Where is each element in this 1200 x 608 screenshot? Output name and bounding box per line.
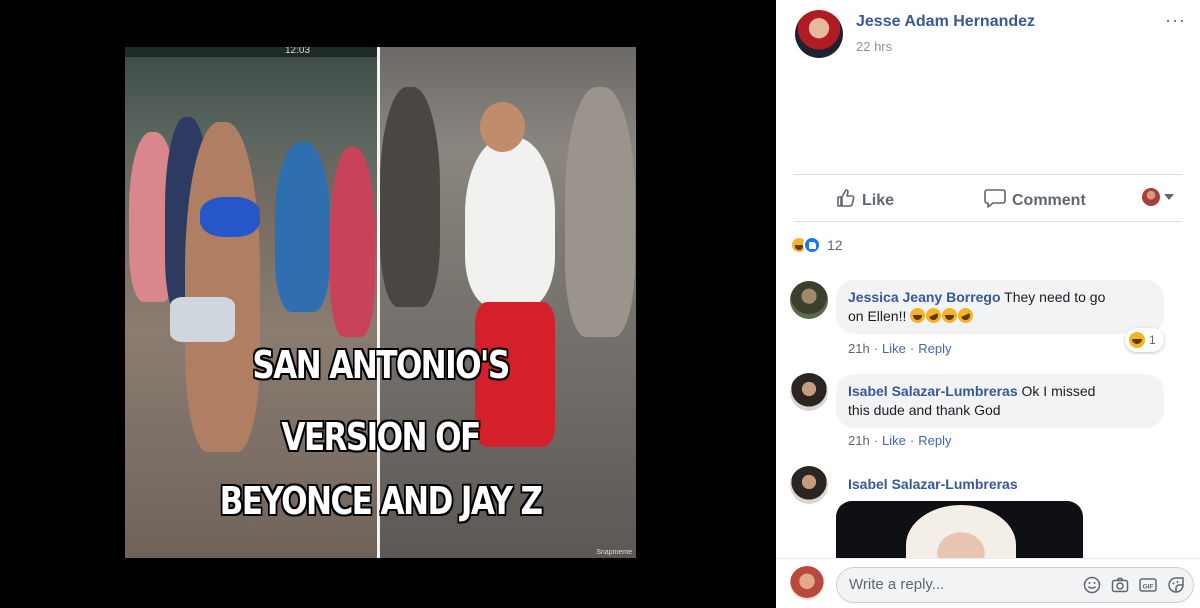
commenter-avatar[interactable] [790, 466, 828, 504]
photo-viewer: 12:03 SAN ANTONIO'S VERSION OF BEYONCE A… [0, 0, 776, 608]
comment-like-link[interactable]: Like [882, 433, 906, 448]
like-reaction-icon [803, 236, 821, 254]
rofl-emoji-icon [955, 305, 976, 326]
commenter-avatar[interactable] [790, 281, 828, 319]
current-user-avatar [790, 566, 824, 600]
meme-caption-line-3: BEYONCE AND JAY Z [219, 479, 543, 523]
blue-top [200, 197, 260, 237]
svg-text:GIF: GIF [1143, 583, 1154, 590]
dancer-man-shirt [465, 137, 555, 307]
comment-text-line-1: They need to go [1004, 289, 1106, 305]
comment-text-line-1: Ok I missed [1021, 383, 1096, 399]
dancer-woman [185, 122, 260, 452]
user-avatar-small [1142, 188, 1160, 206]
crowd-person [565, 87, 635, 337]
camera-icon[interactable] [1111, 576, 1129, 594]
reaction-count: 12 [827, 237, 843, 253]
comment-like-link[interactable]: Like [882, 341, 906, 356]
laughing-emoji-icon [942, 308, 958, 323]
comment-author[interactable]: Jessica Jeany Borrego [848, 289, 1001, 305]
commenter-avatar[interactable] [790, 373, 828, 411]
comment-author[interactable]: Isabel Salazar-Lumbreras [848, 383, 1018, 399]
comment-reply-link[interactable]: Reply [918, 433, 951, 448]
comment-reaction-pill[interactable]: 1 [1125, 328, 1164, 352]
handbag [170, 297, 235, 342]
more-options-button[interactable]: ··· [1165, 10, 1186, 31]
comment-text-line-2: this dude and thank God [848, 402, 1001, 418]
crowd-person [330, 147, 375, 337]
dancer-man-head [480, 102, 525, 152]
phone-status-bar: 12:03 [125, 47, 377, 57]
post-timestamp[interactable]: 22 hrs [856, 39, 892, 54]
comment-reaction-count: 1 [1149, 333, 1156, 347]
like-button[interactable]: Like [836, 188, 894, 213]
watermark: Snapmeme [596, 549, 632, 556]
meme-caption-line-1: SAN ANTONIO'S [252, 343, 510, 387]
sticker-icon[interactable] [1167, 576, 1185, 594]
post-author-name[interactable]: Jesse Adam Hernandez [856, 13, 1035, 31]
comment-label: Comment [1012, 191, 1086, 209]
comment-time[interactable]: 21h [848, 341, 870, 356]
rofl-emoji-icon [923, 305, 944, 326]
comment-bubble-icon [984, 188, 1006, 213]
crowd-person [380, 87, 440, 307]
reply-input[interactable] [849, 576, 1069, 593]
caret-down-icon [1164, 194, 1174, 200]
meme-caption-line-2: VERSION OF [281, 415, 481, 459]
comment-meta: 21h · Like · Reply [848, 433, 952, 448]
comment-reply-link[interactable]: Reply [918, 341, 951, 356]
comment-meta: 21h · Like · Reply [848, 341, 952, 356]
comment-gif[interactable] [836, 501, 1083, 559]
thumbs-up-icon [836, 188, 856, 213]
like-label: Like [862, 191, 895, 209]
comment-author[interactable]: Isabel Salazar-Lumbreras [848, 476, 1018, 492]
emoji-icon[interactable] [1083, 576, 1101, 594]
comment-bubble: Jessica Jeany Borrego They need to go on… [836, 280, 1164, 334]
gif-face [906, 505, 1016, 559]
crowd-person [275, 142, 330, 312]
comment-button[interactable]: Comment [984, 188, 1086, 213]
reply-bar: GIF [776, 558, 1200, 608]
post-actions-bar: Like Comment [794, 174, 1182, 222]
phone-status-time: 12:03 [285, 47, 311, 56]
gif-icon[interactable]: GIF [1139, 576, 1157, 594]
comment-text-line-2: on Ellen!! [848, 308, 907, 324]
reply-input-box[interactable]: GIF [836, 567, 1194, 603]
reaction-summary[interactable]: 12 [790, 236, 843, 254]
post-side-panel: Jesse Adam Hernandez 22 hrs ··· Like Com… [776, 0, 1200, 608]
author-avatar[interactable] [795, 10, 843, 58]
post-as-selector[interactable] [1142, 188, 1174, 206]
comment-time[interactable]: 21h [848, 433, 870, 448]
haha-reaction-icon [1129, 332, 1145, 348]
laughing-emoji-icon [910, 308, 926, 323]
comment-bubble: Isabel Salazar-Lumbreras Ok I missed thi… [836, 374, 1164, 428]
meme-photo[interactable]: 12:03 SAN ANTONIO'S VERSION OF BEYONCE A… [125, 47, 636, 558]
